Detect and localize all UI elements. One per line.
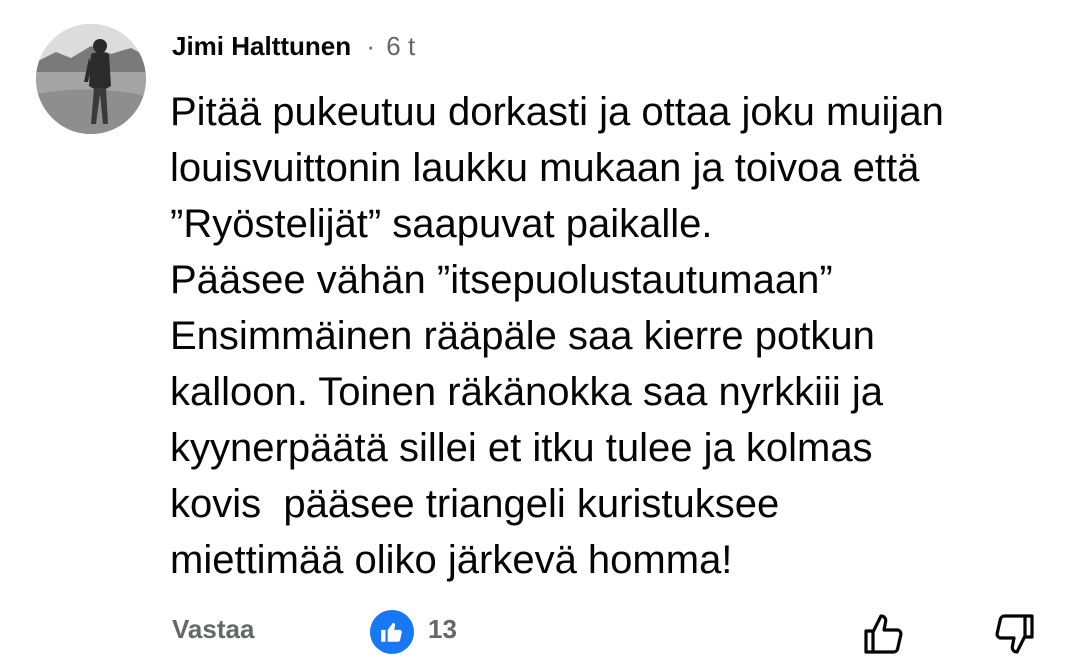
- comment-line: Pitää pukeutuu dorkasti ja ottaa joku mu…: [170, 90, 944, 134]
- comment-actions: Vastaa 13: [0, 598, 1080, 658]
- comment-header: Jimi Halttunen · 6 t: [172, 30, 415, 62]
- thumb-up-icon[interactable]: [860, 610, 908, 658]
- comment-line: kalloon. Toinen räkänokka saa nyrkkiii j…: [170, 370, 883, 414]
- avatar[interactable]: [36, 24, 146, 134]
- like-badge-icon[interactable]: [370, 610, 414, 654]
- comment-line: miettimää oliko järkevä homma!: [170, 538, 733, 582]
- like-count[interactable]: 13: [428, 614, 457, 645]
- comment-line: Pääsee vähän ”itsepuolustautumaan”: [170, 258, 833, 302]
- thumb-down-outline: [995, 614, 1034, 654]
- reply-button[interactable]: Vastaa: [172, 614, 254, 645]
- comment-line: louisvuittonin laukku mukaan ja toivoa e…: [170, 146, 920, 190]
- comment-line: Ensimmäinen rääpäle saa kierre potkun: [170, 314, 875, 358]
- timestamp[interactable]: 6 t: [386, 31, 415, 61]
- thumb-up-outline: [864, 614, 903, 654]
- thumb-icon: [381, 622, 402, 642]
- comment-line: kyynerpäätä sillei et itku tulee ja kolm…: [170, 426, 873, 470]
- author-name[interactable]: Jimi Halttunen: [172, 31, 351, 61]
- separator-dot: ·: [366, 31, 376, 61]
- comment-line: kovis pääsee triangeli kuristuksee: [170, 482, 780, 526]
- comment-line: ”Ryöstelijät” saapuvat paikalle.: [170, 202, 713, 246]
- avatar-photo: [36, 24, 146, 134]
- thumb-down-icon[interactable]: [990, 610, 1038, 658]
- comment-body: Pitää pukeutuu dorkasti ja ottaa joku mu…: [170, 84, 1060, 588]
